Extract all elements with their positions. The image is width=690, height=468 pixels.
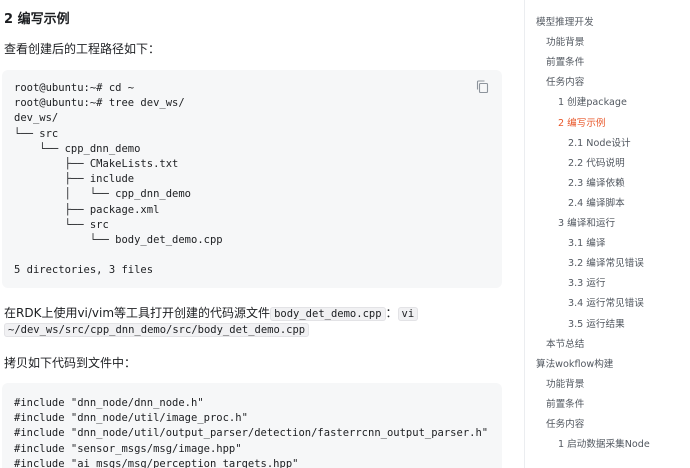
open-file-sep: ： (385, 306, 398, 320)
view-path-paragraph: 查看创建后的工程路径如下： (4, 42, 161, 56)
tree-code-text: root@ubuntu:~# cd ~ root@ubuntu:~# tree … (14, 82, 223, 277)
toc-item[interactable]: 1 启动数据采集Node (558, 436, 650, 450)
toc-item[interactable]: 算法wokflow构建 (536, 356, 613, 370)
toc-item[interactable]: 2.3 编译依赖 (568, 175, 625, 189)
toc-item[interactable]: 前置条件 (546, 54, 584, 68)
toc-item[interactable]: 功能背景 (546, 376, 584, 390)
toc-item[interactable]: 3.4 运行常见错误 (568, 295, 644, 309)
open-file-prefix: 在RDK上使用vi/vim等工具打开创建的代码源文件 (4, 306, 271, 320)
toc-item[interactable]: 前置条件 (546, 396, 584, 410)
toc-divider (524, 0, 525, 468)
toc-item[interactable]: 3 编译和运行 (558, 215, 615, 229)
copy-code-button[interactable] (474, 78, 492, 96)
tree-code-block: root@ubuntu:~# cd ~ root@ubuntu:~# tree … (2, 70, 502, 288)
toc-item[interactable]: 2.2 代码说明 (568, 155, 625, 169)
toc-item[interactable]: 功能背景 (546, 34, 584, 48)
toc-item[interactable]: 本节总结 (546, 336, 584, 350)
toc-item[interactable]: 模型推理开发 (536, 14, 594, 28)
vi-command-code-part1: vi (397, 307, 419, 321)
toc-item[interactable]: 2.4 编译脚本 (568, 195, 625, 209)
vi-command-code-part2: ~/dev_ws/src/cpp_dnn_demo/src/body_det_d… (4, 323, 310, 337)
page-scrollbar[interactable] (684, 0, 690, 468)
main-content: 2 编写示例 查看创建后的工程路径如下： root@ubuntu:~# cd ~… (0, 0, 512, 468)
toc-item[interactable]: 1 创建package (558, 94, 627, 108)
include-code-block: #include "dnn_node/dnn_node.h" #include … (2, 383, 502, 468)
toc-item[interactable]: 任务内容 (546, 74, 584, 88)
copy-icon (476, 80, 489, 94)
open-file-paragraph-line2: ~/dev_ws/src/cpp_dnn_demo/src/body_det_d… (4, 322, 310, 337)
toc-item[interactable]: 3.1 编译 (568, 235, 606, 249)
open-file-paragraph: 在RDK上使用vi/vim等工具打开创建的代码源文件 body_det_demo.… (4, 304, 419, 321)
toc-item[interactable]: 2 编写示例 (558, 115, 606, 129)
include-code-text: #include "dnn_node/dnn_node.h" #include … (14, 397, 489, 468)
toc-item[interactable]: 3.2 编译常见错误 (568, 255, 644, 269)
toc-item[interactable]: 3.3 运行 (568, 275, 606, 289)
toc-item[interactable]: 任务内容 (546, 416, 584, 430)
toc-item[interactable]: 2.1 Node设计 (568, 135, 631, 149)
copy-code-paragraph: 拷贝如下代码到文件中： (4, 356, 137, 370)
section-heading: 2 编写示例 (4, 12, 70, 27)
file-name-code: body_det_demo.cpp (270, 307, 386, 321)
toc-item[interactable]: 3.5 运行结果 (568, 316, 625, 330)
